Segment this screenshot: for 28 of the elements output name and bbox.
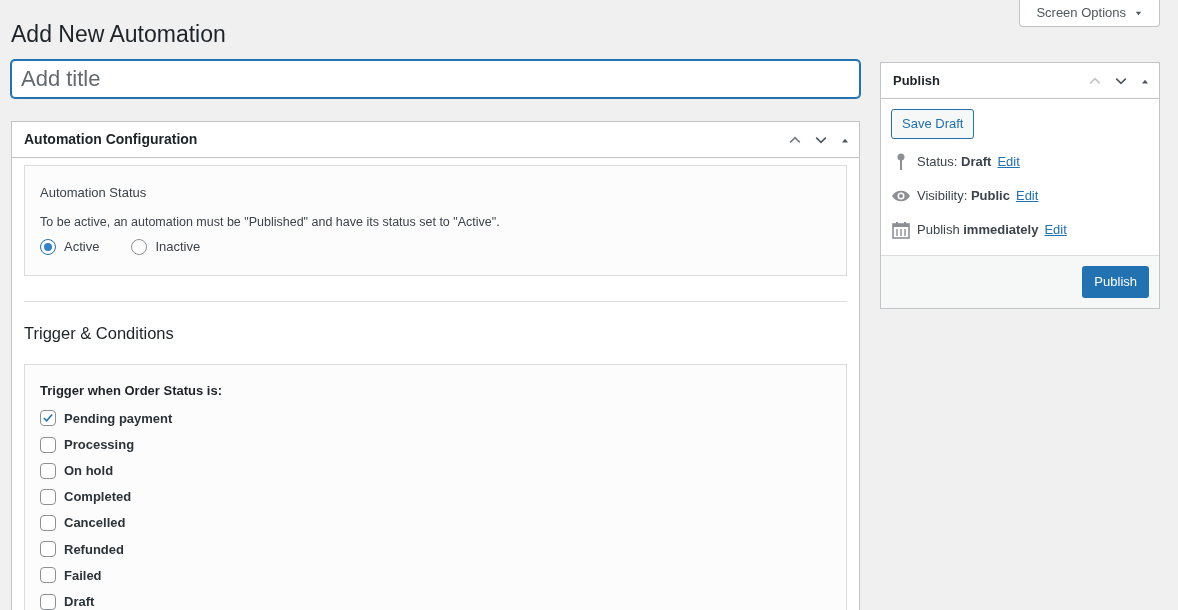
publish-button[interactable]: Publish [1082,266,1149,298]
status-checkbox[interactable]: Refunded [40,536,124,563]
status-checkbox[interactable]: Completed [40,483,132,510]
status-checkbox[interactable]: Processing [40,431,135,458]
section-label: Automation Status [40,184,147,202]
page-title: Add New Automation [11,20,226,49]
status-checkbox[interactable]: Draft [40,588,95,610]
radio-option[interactable]: Active [40,237,100,257]
radio-option[interactable]: Inactive [131,237,201,257]
panel-title: Publish [893,71,940,90]
meta-text: Visibility: Public [917,187,1010,206]
edit-link[interactable]: Edit [1015,186,1039,206]
screen-options-button[interactable]: Screen Options [1019,0,1160,27]
meta-text: Publish immediately [917,221,1039,240]
calendar-icon [891,220,911,240]
panel-title: Automation Configuration [24,130,198,149]
status-checkbox[interactable]: Pending payment [40,405,173,432]
edit-link[interactable]: Edit [997,152,1020,172]
section-heading: Trigger & Conditions [24,323,174,344]
description-text: To be active, an automation must be "Published" and have its status set to "Active". [40,213,500,231]
meta-text: Status: Draft [917,153,992,172]
field-label: Trigger when Order Status is: [40,381,223,400]
save-draft-button[interactable]: Save Draft [891,109,975,139]
title-field[interactable]: Add title [11,60,860,98]
edit-link[interactable]: Edit [1044,220,1067,240]
status-checkbox[interactable]: Cancelled [40,510,126,537]
status-checkbox[interactable]: Failed [40,562,102,589]
status-checkbox[interactable]: On hold [40,457,114,484]
